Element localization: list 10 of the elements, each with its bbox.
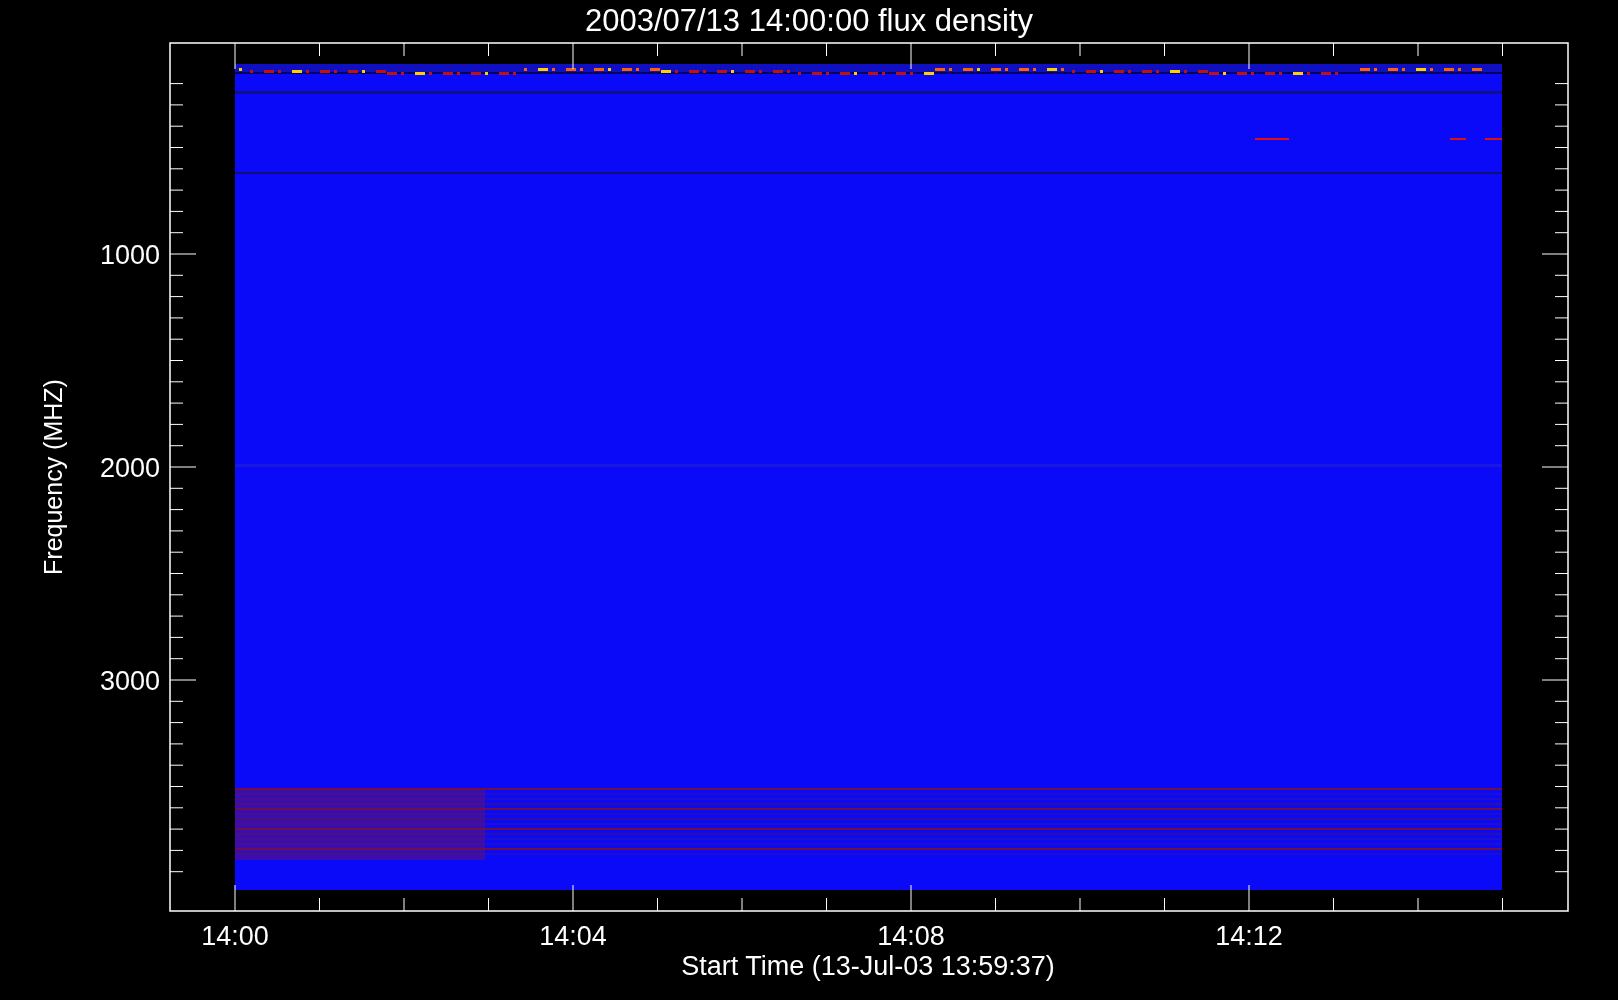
axis-label: Start Time (13-Jul-03 13:59:37) xyxy=(681,951,1055,981)
tick-label: 14:00 xyxy=(201,921,269,951)
plot-title: 2003/07/13 14:00:00 flux density xyxy=(584,3,1034,38)
tick-label: 14:04 xyxy=(539,921,607,951)
tick-label: 3000 xyxy=(99,666,160,696)
tick-label: 2000 xyxy=(99,453,160,483)
tick-label: 14:08 xyxy=(877,921,945,951)
axis-label: Frequency (MHZ) xyxy=(39,379,67,575)
tick-label: 14:12 xyxy=(1215,921,1283,951)
tick-label: 1000 xyxy=(99,240,160,270)
